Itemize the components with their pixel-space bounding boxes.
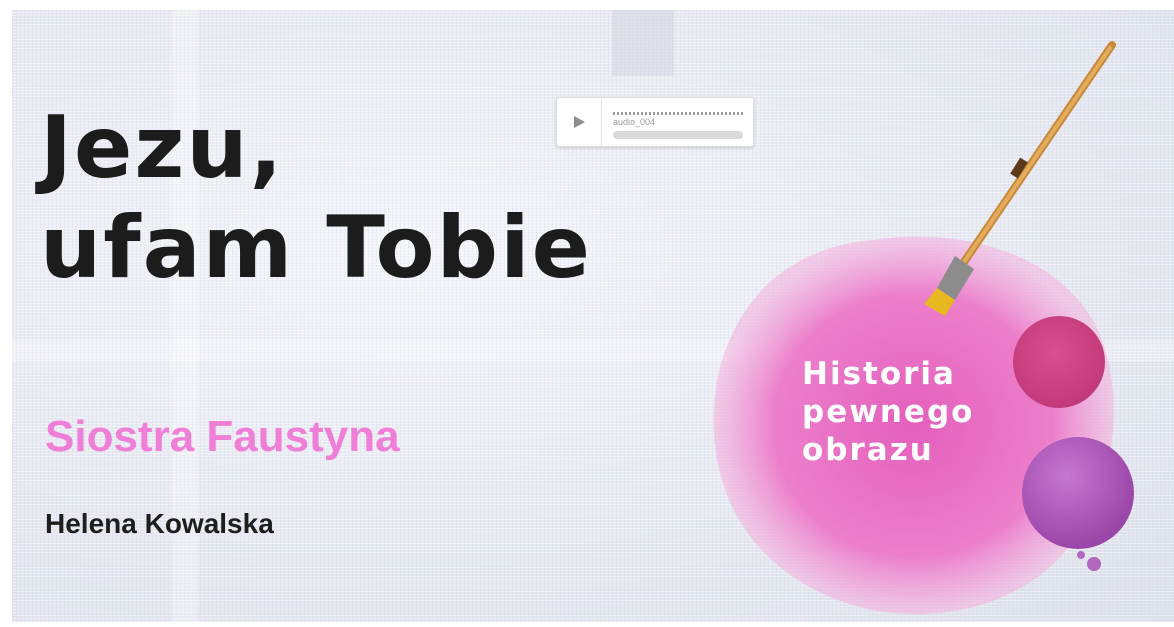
badge-line-1: Historia: [802, 356, 956, 392]
paint-drop: [1077, 551, 1085, 559]
paint-drop: [1087, 557, 1101, 571]
play-icon: [574, 116, 585, 128]
audio-waveform: [613, 112, 743, 115]
badge-line-2: pewnego: [802, 394, 975, 430]
badge-text: Historia pewnego obrazu: [802, 355, 974, 469]
audio-player: audio_004: [556, 97, 754, 147]
audio-progress-track[interactable]: [613, 131, 743, 139]
slide: Jezu, ufam Tobie Siostra Faustyna Helena…: [12, 10, 1174, 622]
badge-line-3: obrazu: [802, 432, 934, 468]
audio-play-button[interactable]: [557, 98, 602, 146]
audio-filename: audio_004: [613, 117, 656, 127]
plum-paint-dab: [1022, 437, 1134, 549]
rosy-paint-dab: [1013, 316, 1105, 408]
